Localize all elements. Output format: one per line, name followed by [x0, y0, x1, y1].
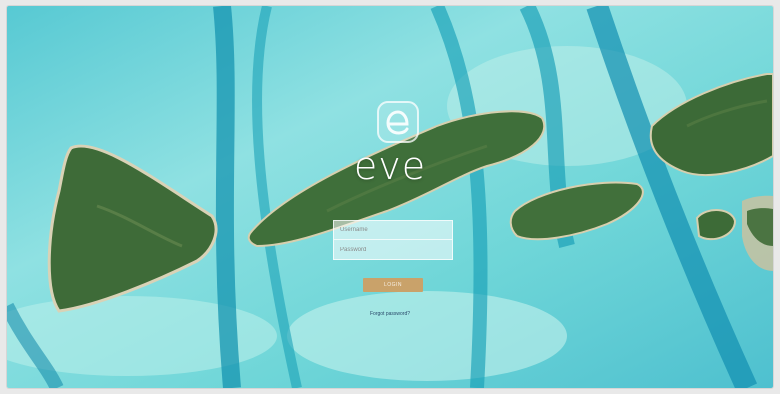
login-button[interactable]: LOGIN: [363, 278, 423, 292]
login-screen: eve LOGIN Forgot password?: [7, 6, 773, 388]
brand-name: eve: [353, 144, 427, 188]
eve-logo-icon: [374, 98, 422, 146]
forgot-password-link[interactable]: Forgot password?: [7, 311, 773, 317]
username-input[interactable]: [333, 220, 453, 240]
background-map: [7, 6, 773, 388]
login-form: [333, 220, 453, 260]
password-input[interactable]: [333, 240, 453, 260]
